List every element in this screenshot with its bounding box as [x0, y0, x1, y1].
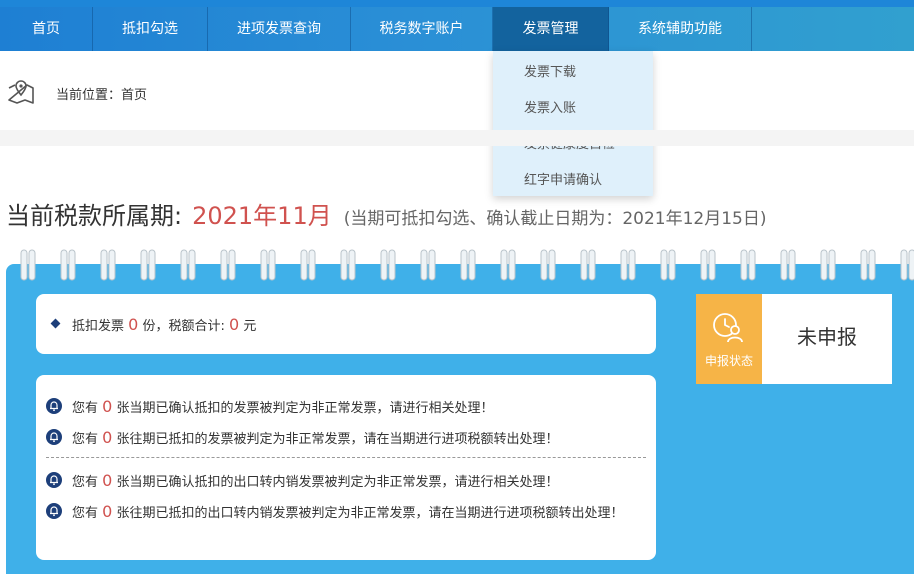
top-accent-strip: [0, 0, 914, 7]
calendar-ring: [788, 249, 796, 281]
calendar-ring: [500, 249, 508, 281]
nav-deduction-select[interactable]: 抵扣勾选: [93, 7, 208, 51]
calendar-ring: [740, 249, 748, 281]
nav-tax-digital-account[interactable]: 税务数字账户: [351, 7, 493, 51]
declaration-status-card: 申报状态 未申报: [696, 294, 892, 384]
calendar-ring: [180, 249, 188, 281]
bell-icon: [46, 503, 62, 519]
clock-person-icon: [713, 313, 743, 343]
nav-system-tools[interactable]: 系统辅助功能: [609, 7, 752, 51]
calendar-ring: [708, 249, 716, 281]
calendar-ring: [748, 249, 756, 281]
alert-count: 0: [102, 428, 113, 447]
calendar-ring: [60, 249, 68, 281]
calendar-ring: [140, 249, 148, 281]
nav-home[interactable]: 首页: [0, 7, 93, 51]
calendar-ring: [100, 249, 108, 281]
calendar-ring: [148, 249, 156, 281]
calendar-ring: [308, 249, 316, 281]
bell-icon: [46, 429, 62, 445]
calendar-ring: [868, 249, 876, 281]
tax-period-label: 当前税款所属期:: [6, 202, 183, 230]
breadcrumb: 当前位置：首页: [56, 88, 148, 103]
menu-item-invoice-download[interactable]: 发票下载: [524, 61, 576, 80]
calendar-ring: [28, 249, 36, 281]
main-nav: 首页 抵扣勾选 进项发票查询 税务数字账户 发票管理 系统辅助功能: [0, 7, 914, 51]
declaration-status-value: 未申报: [797, 325, 857, 349]
diamond-bullet-icon: [50, 318, 61, 329]
calendar-ring: [20, 249, 28, 281]
calendar-ring: [428, 249, 436, 281]
calendar-ring: [260, 249, 268, 281]
calendar-ring: [900, 249, 908, 281]
alert-count: 0: [102, 471, 113, 490]
deduction-invoice-count: 0: [128, 315, 139, 334]
declaration-status-label: 申报状态: [704, 354, 753, 368]
calendar-ring: [820, 249, 828, 281]
calendar-ring: [700, 249, 708, 281]
nav-invoice-management[interactable]: 发票管理: [493, 7, 609, 51]
menu-item-invoice-posting[interactable]: 发票入账: [524, 97, 576, 116]
calendar-ring: [660, 249, 668, 281]
calendar-ring: [620, 249, 628, 281]
calendar-ring: [380, 249, 388, 281]
section-divider: [0, 130, 914, 146]
tax-period-deadline-note: (当期可抵扣勾选、确认截止日期为：2021年12月15日): [343, 209, 767, 229]
bell-icon: [46, 398, 62, 414]
tax-period-value: 2021年11月: [192, 202, 332, 230]
alert-item: 您有 0 张当期已确认抵扣的出口转内销发票被判定为非正常发票，请进行相关处理！: [46, 470, 646, 493]
abnormal-invoice-alerts-card: 您有 0 张当期已确认抵扣的发票被判定为非正常发票，请进行相关处理！ 您有 0 …: [36, 375, 656, 560]
calendar-ring: [780, 249, 788, 281]
nav-input-invoice-query[interactable]: 进项发票查询: [208, 7, 351, 51]
calendar-ring: [548, 249, 556, 281]
menu-item-red-letter-confirm[interactable]: 红字申请确认: [524, 169, 602, 188]
calendar-ring: [188, 249, 196, 281]
alert-count: 0: [102, 397, 113, 416]
calendar-ring: [468, 249, 476, 281]
calendar-ring: [68, 249, 76, 281]
calendar-ring: [860, 249, 868, 281]
calendar-ring: [268, 249, 276, 281]
calendar-ring: [228, 249, 236, 281]
calendar-ring: [628, 249, 636, 281]
calendar-ring: [668, 249, 676, 281]
alert-item: 您有 0 张往期已抵扣的出口转内销发票被判定为非正常发票，请在当期进行进项税额转…: [46, 501, 646, 524]
calendar-ring: [540, 249, 548, 281]
calendar-ring: [220, 249, 228, 281]
invoice-management-dropdown: 发票下载 发票入账 发票健康度自检 红字申请确认: [493, 51, 653, 196]
tax-period-heading: 当前税款所属期: 2021年11月 (当期可抵扣勾选、确认截止日期为：2021年12…: [6, 196, 767, 231]
calendar-ring: [908, 249, 914, 281]
calendar-ring: [508, 249, 516, 281]
calendar-ring: [348, 249, 356, 281]
calendar-rings-decoration: [20, 249, 914, 281]
alerts-divider: [46, 457, 646, 458]
alert-item: 您有 0 张当期已确认抵扣的发票被判定为非正常发票，请进行相关处理！: [46, 396, 646, 419]
deduction-summary-card: 抵扣发票 0 份，税额合计: 0 元: [36, 294, 656, 354]
alert-count: 0: [102, 502, 113, 521]
calendar-ring: [580, 249, 588, 281]
calendar-ring: [588, 249, 596, 281]
map-location-icon: [8, 80, 34, 104]
calendar-ring: [340, 249, 348, 281]
bell-icon: [46, 472, 62, 488]
deduction-tax-amount: 0: [229, 315, 240, 334]
declaration-status-tag: 申报状态: [696, 294, 762, 384]
calendar-ring: [828, 249, 836, 281]
calendar-ring: [300, 249, 308, 281]
deduction-summary-text: 抵扣发票 0 份，税额合计: 0 元: [72, 315, 257, 334]
calendar-ring: [460, 249, 468, 281]
calendar-ring: [420, 249, 428, 281]
calendar-ring: [388, 249, 396, 281]
alert-item: 您有 0 张往期已抵扣的发票被判定为非正常发票，请在当期进行进项税额转出处理！: [46, 427, 646, 450]
calendar-ring: [108, 249, 116, 281]
